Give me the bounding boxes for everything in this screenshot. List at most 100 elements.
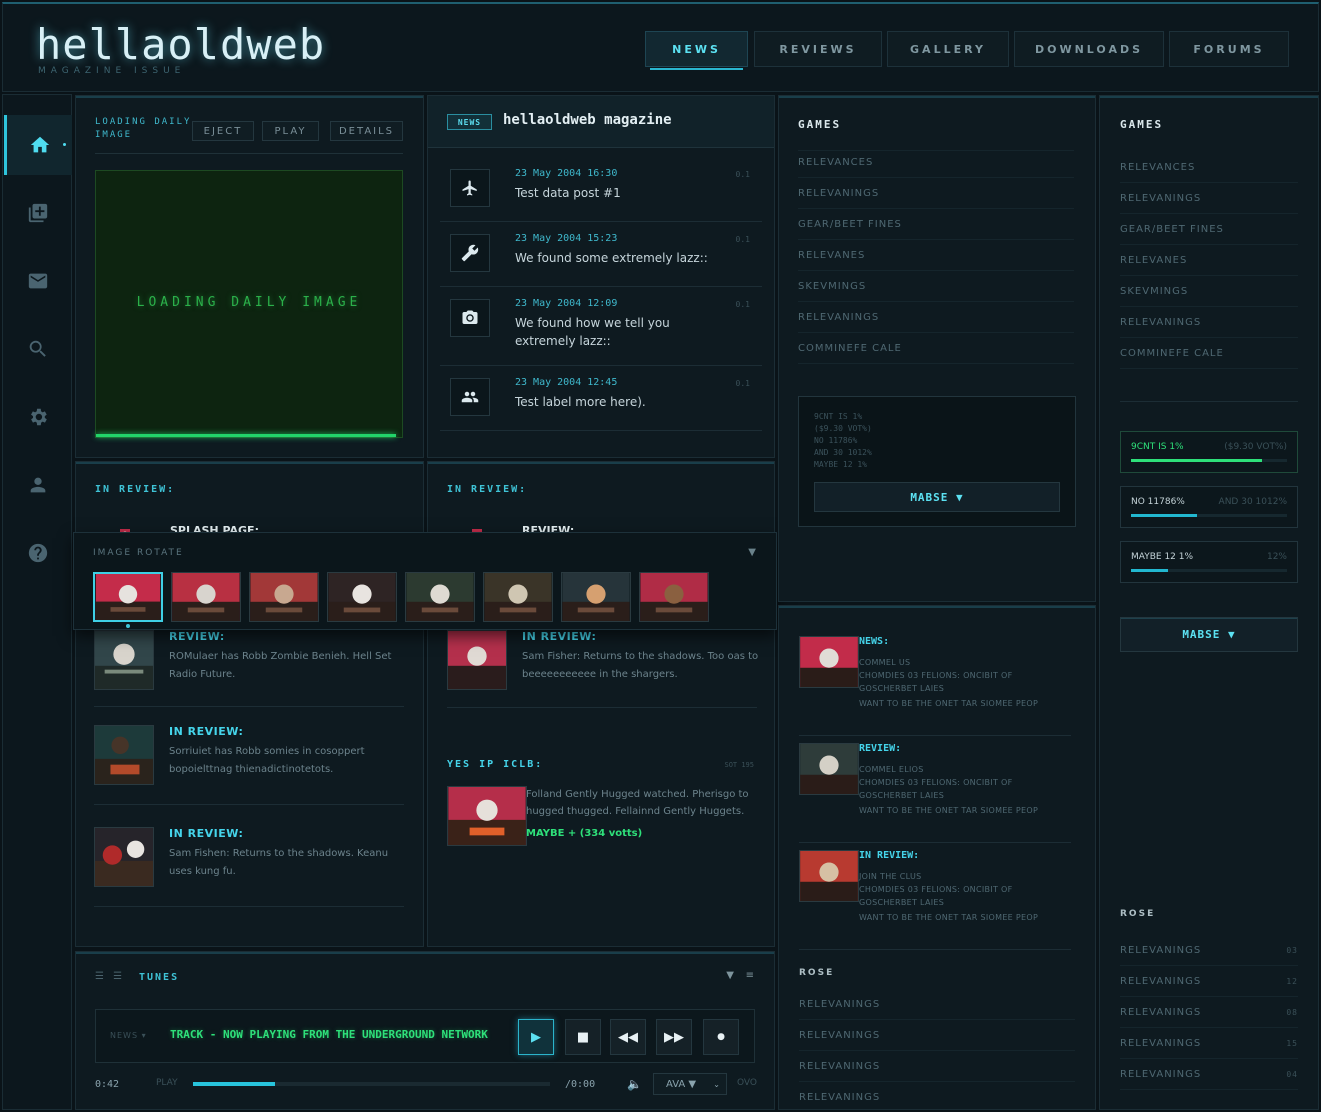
games-link[interactable]: RELEVANINGS [798, 302, 1074, 333]
rotate-thumbnail[interactable] [93, 572, 163, 622]
user-icon[interactable] [4, 455, 72, 515]
review-item-text: ROMulaer has Robb Zombie Benieh. Hell Se… [169, 651, 392, 680]
tunes-seek-slider[interactable] [193, 1082, 550, 1086]
games-link[interactable]: RELEVANINGS 08 [1120, 997, 1298, 1028]
games-link[interactable]: SKEVMINGS [798, 271, 1074, 302]
tunes-select-value: AVA ▼ [666, 1078, 697, 1090]
review-item[interactable]: IN REVIEW: Sam Fisher: Returns to the sh… [447, 630, 758, 708]
review-item[interactable]: IN REVIEW: Sam Fishen: Returns to the sh… [94, 827, 404, 907]
games-link[interactable]: RELEVANINGS 15 [1120, 1028, 1298, 1059]
rotate-thumbnail[interactable] [327, 572, 397, 622]
news-post[interactable]: 23 May 2004 16:30 Test data post #1 0.1 [440, 158, 762, 222]
play-icon[interactable]: ▶ [518, 1019, 554, 1055]
rose-link-list: RELEVANINGS 03 RELEVANINGS 12 RELEVANINGS 08 R… [1120, 935, 1298, 1090]
add-collection-icon[interactable] [4, 183, 72, 243]
rotate-active-dot [126, 624, 130, 628]
stat-box[interactable]: 9CNT IS 1% ($9.30 VOT%) [1120, 431, 1298, 473]
tunes-menu-icon[interactable]: ☰ ☰ [95, 971, 125, 982]
games-link[interactable]: RELEVANCES [798, 147, 1074, 178]
games-link[interactable]: RELEVANINGS [798, 178, 1074, 209]
games-link[interactable]: RELEVANINGS [1120, 307, 1298, 338]
featured-thumbnail[interactable] [799, 743, 859, 795]
games-link[interactable]: RELEVANES [798, 240, 1074, 271]
games-link[interactable]: RELEVANINGS 03 [1120, 935, 1298, 966]
daily-image-label: LOADING DAILY IMAGE [95, 117, 192, 140]
stat-box[interactable]: MAYBE 12 1% 12% [1120, 541, 1298, 583]
games-link[interactable]: GEAR/BEET FINES [1120, 214, 1298, 245]
games-link[interactable]: RELEVANINGS [1120, 183, 1298, 214]
site-logo[interactable]: hellaoldweb [36, 20, 325, 69]
featured-item[interactable]: REVIEW: COMMEL ELIOS CHOMDIES 03 FELIONS: … [799, 743, 1071, 843]
games-link[interactable]: RELEVANINGS [799, 1051, 1075, 1082]
site-subtitle: MAGAZINE ISSUE [38, 66, 186, 76]
rotate-thumbnail[interactable] [561, 572, 631, 622]
review-item[interactable]: REVIEW: ROMulaer has Robb Zombie Benieh.… [94, 630, 404, 707]
stat-bar [1131, 569, 1287, 572]
nav-tab-downloads[interactable]: DOWNLOADS [1014, 31, 1164, 67]
games-link[interactable]: RELEVANINGS [799, 1020, 1075, 1051]
rotate-thumbnail[interactable] [483, 572, 553, 622]
tunes-select[interactable]: AVA ▼ ⌄ [653, 1073, 727, 1095]
nav-tab-news[interactable]: NEWS [645, 31, 748, 70]
chevron-down-icon[interactable]: ▼ [726, 970, 734, 981]
games-panel-col3: GAMES RELEVANCES RELEVANINGS GEAR/BEET FIN… [778, 95, 1096, 602]
review-thumbnail[interactable] [94, 827, 154, 887]
games-link[interactable]: RELEVANINGS [799, 1082, 1075, 1112]
games-link[interactable]: RELEVANINGS 04 [1120, 1059, 1298, 1090]
play-button[interactable]: PLAY [262, 121, 319, 141]
games-link[interactable]: COMMINEFE CALE [798, 333, 1074, 364]
search-icon[interactable] [4, 319, 72, 379]
games-link[interactable]: GEAR/BEET FINES [798, 209, 1074, 240]
home-icon[interactable] [4, 115, 72, 175]
help-icon[interactable] [4, 523, 72, 583]
review-item-title: REVIEW: [169, 630, 225, 643]
nav-tab-gallery[interactable]: GALLERY [887, 31, 1009, 67]
games-link[interactable]: RELEVANCES [1120, 152, 1298, 183]
news-post[interactable]: 23 May 2004 12:45 Test label more here).… [440, 367, 762, 431]
featured-thumbnail[interactable] [799, 850, 859, 902]
mabse-button[interactable]: MABSE ▼ [814, 482, 1060, 512]
stat-label: MAYBE 12 1% [1131, 552, 1194, 562]
rotate-thumbnail[interactable] [405, 572, 475, 622]
review-section-title: IN REVIEW: [447, 484, 528, 495]
games-link[interactable]: COMMINEFE CALE [1120, 338, 1298, 369]
review-thumbnail[interactable] [94, 725, 154, 785]
review-thumbnail[interactable] [94, 630, 154, 690]
review-item[interactable]: IN REVIEW: Sorriuiet has Robb somies in … [94, 725, 404, 805]
featured-thumbnail[interactable] [799, 636, 859, 688]
games-link[interactable]: SKEVMINGS [1120, 276, 1298, 307]
fast-forward-icon[interactable]: ▶▶ [656, 1019, 692, 1055]
record-icon[interactable]: ● [703, 1019, 739, 1055]
details-button[interactable]: DETAILS [330, 121, 403, 141]
tunes-seek-fill [193, 1082, 276, 1086]
featured-line: WANT TO BE THE ONET TAR SIOMEE PEOP [859, 806, 1039, 815]
eject-button[interactable]: EJECT [192, 121, 254, 141]
image-rotate-caret-icon[interactable]: ▼ [748, 547, 756, 558]
rotate-thumbnail[interactable] [171, 572, 241, 622]
featured-item[interactable]: IN REVIEW: JOIN THE CLUS CHOMDIES 03 FELIO… [799, 850, 1071, 950]
nav-tab-forums[interactable]: FORUMS [1169, 31, 1289, 67]
volume-icon[interactable]: 🔈 [627, 1077, 642, 1091]
tunes-list-icon[interactable]: ≡ [746, 970, 754, 981]
post-text: Test label more here). [515, 395, 646, 409]
news-post[interactable]: 23 May 2004 15:23 We found some extremel… [440, 223, 762, 287]
tunes-source[interactable]: NEWS ▾ [110, 1031, 147, 1040]
mail-icon[interactable] [4, 251, 72, 311]
stop-icon[interactable]: ■ [565, 1019, 601, 1055]
review-thumbnail[interactable] [447, 630, 507, 690]
rotate-thumbnail[interactable] [639, 572, 709, 622]
news-post[interactable]: 23 May 2004 12:09 We found how we tell y… [440, 288, 762, 366]
mabse-button[interactable]: MABSE ▼ [1120, 617, 1298, 652]
nav-tab-reviews[interactable]: REVIEWS [754, 31, 882, 67]
featured-item[interactable]: NEWS: COMMEL US CHOMDIES 03 FELIONS: ONCIB… [799, 636, 1071, 736]
games-link[interactable]: RELEVANINGS [799, 989, 1075, 1020]
games-link[interactable]: RELEVANES [1120, 245, 1298, 276]
rotate-thumbnail[interactable] [249, 572, 319, 622]
gear-icon[interactable] [4, 387, 72, 447]
games-link[interactable]: RELEVANINGS 12 [1120, 966, 1298, 997]
rewind-icon[interactable]: ◀◀ [610, 1019, 646, 1055]
post-date: 23 May 2004 16:30 [515, 168, 618, 179]
yes-thumbnail[interactable] [447, 786, 527, 846]
image-rotate-overlay: IMAGE ROTATE ▼ [73, 532, 777, 630]
stat-box[interactable]: NO 11786% AND 30 1012% [1120, 486, 1298, 528]
